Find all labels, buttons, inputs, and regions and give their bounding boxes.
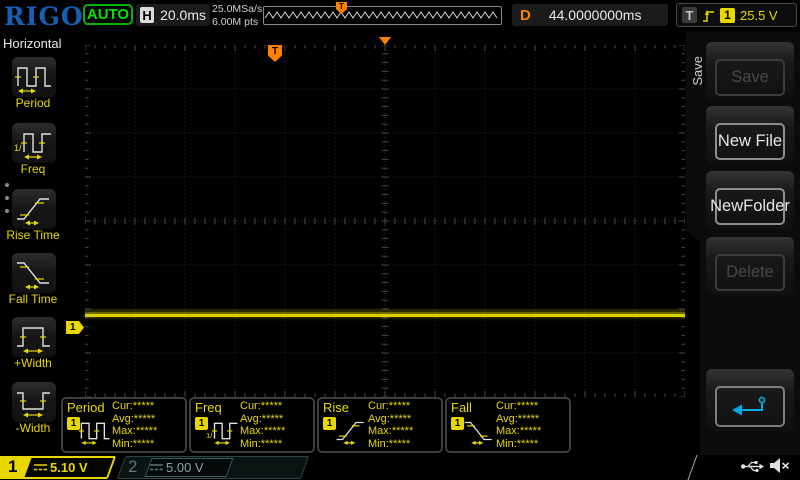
stat-cur: Cur:*****: [368, 400, 413, 413]
menu-scroll-dot: [5, 183, 9, 187]
timebase-box[interactable]: H 20.0ms: [136, 4, 210, 26]
menu-scroll-dot: [5, 209, 9, 213]
freq-icon: 1/: [14, 126, 54, 160]
menu-tab-label: Save: [690, 56, 705, 86]
run-status-badge: AUTO: [83, 4, 133, 25]
save-button-label: Save: [715, 59, 785, 96]
measure-item-period[interactable]: [12, 57, 56, 97]
horizontal-center-marker-icon: [379, 37, 391, 45]
acquisition-info: 25.0MSa/s 6.00M pts: [212, 3, 262, 29]
measure-item-fall-time[interactable]: [12, 253, 56, 293]
softkey-save-button[interactable]: Save: [706, 42, 794, 100]
measurement-panel-fall: Fall 1 Cur:***** Avg:***** Max:***** Min…: [445, 397, 571, 453]
delete-button-label: Delete: [715, 254, 785, 291]
stat-min: Min:*****: [112, 438, 157, 451]
fall-time-icon: [14, 256, 54, 290]
measurement-panel-period: Period 1 Cur:***** Avg:***** Max:***** M…: [61, 397, 187, 453]
delay-box[interactable]: D 44.0000000ms: [512, 4, 668, 26]
measure-item-minus-width-label: -Width: [0, 421, 66, 435]
rise-time-icon: [334, 412, 368, 450]
dc-coupling-icon: [150, 463, 163, 472]
stat-min: Min:*****: [368, 438, 413, 451]
period-icon: [14, 60, 54, 94]
speaker-muted-icon: [769, 457, 790, 474]
stat-avg: Avg:*****: [112, 413, 157, 426]
stat-avg: Avg:*****: [368, 413, 413, 426]
memory-depth: 6.00M pts: [212, 16, 262, 29]
softkey-back-button[interactable]: [706, 369, 794, 431]
stat-cur: Cur:*****: [240, 400, 285, 413]
usb-icon: [740, 459, 764, 474]
svg-text:1/: 1/: [14, 143, 22, 153]
channel2-tab[interactable]: [117, 456, 309, 479]
waveform-display[interactable]: [85, 45, 685, 397]
fall-time-icon: [462, 412, 496, 450]
trigger-label: T: [682, 7, 697, 23]
timebase-value: 20.0ms: [160, 7, 206, 23]
stat-cur: Cur:*****: [112, 400, 157, 413]
sample-rate: 25.0MSa/s: [212, 3, 262, 16]
left-menu-title: Horizontal: [3, 36, 62, 51]
measure-item-plus-width-label: +Width: [0, 356, 66, 370]
measurement-panel-rise: Rise 1 Cur:***** Avg:***** Max:***** Min…: [317, 397, 443, 453]
channel1-scale: 5.10 V: [50, 460, 88, 475]
measure-item-plus-width[interactable]: [12, 317, 56, 357]
rising-edge-icon: [702, 8, 715, 23]
measure-item-freq[interactable]: 1/: [12, 123, 56, 163]
stat-max: Max:*****: [496, 425, 541, 438]
stat-avg: Avg:*****: [496, 413, 541, 426]
timebase-label: H: [140, 7, 154, 23]
measure-item-period-label: Period: [0, 96, 66, 110]
measure-item-rise-time-label: Rise Time: [0, 228, 66, 242]
return-arrow-icon: [729, 395, 771, 419]
minus-width-icon: [14, 385, 54, 419]
rise-time-icon: [14, 192, 54, 226]
measure-item-freq-label: Freq: [0, 162, 66, 176]
stat-min: Min:*****: [240, 438, 285, 451]
delay-label: D: [520, 7, 531, 24]
trigger-source-badge: 1: [720, 8, 735, 23]
softkey-delete-button[interactable]: Delete: [706, 237, 794, 295]
menu-scroll-dot: [5, 196, 9, 200]
new-folder-button-label: NewFolder: [715, 188, 785, 225]
channel2-number: 2: [128, 457, 137, 477]
dc-coupling-icon: [34, 463, 47, 472]
trigger-box[interactable]: T 1 25.5 V: [676, 3, 797, 27]
new-file-button-label: New File: [715, 123, 785, 160]
delay-value: 44.0000000ms: [549, 7, 642, 23]
softkey-new-folder-button[interactable]: NewFolder: [706, 171, 794, 229]
measure-item-rise-time[interactable]: [12, 189, 56, 229]
measure-item-minus-width[interactable]: [12, 382, 56, 422]
stat-cur: Cur:*****: [496, 400, 541, 413]
status-bar-divider: [687, 455, 697, 480]
stat-max: Max:*****: [240, 425, 285, 438]
graticule-grid: [85, 45, 685, 397]
channel2-scale: 5.00 V: [166, 460, 204, 475]
stat-min: Min:*****: [496, 438, 541, 451]
svg-text:1/: 1/: [206, 431, 213, 440]
stat-avg: Avg:*****: [240, 413, 285, 426]
waveform-memory-preview[interactable]: [263, 6, 502, 25]
stat-max: Max:*****: [368, 425, 413, 438]
plus-width-icon: [14, 320, 54, 354]
measurement-panel-freq: Freq 1 1/ Cur:***** Avg:***** Max:***** …: [189, 397, 315, 453]
freq-icon: 1/: [206, 412, 240, 450]
oscilloscope-screen: { "header": { "brand": "RIGOL", "run_sta…: [0, 0, 800, 480]
softkey-new-file-button[interactable]: New File: [706, 106, 794, 164]
channel1-number: 1: [8, 457, 17, 477]
period-icon: [78, 412, 112, 450]
channel1-trace: [85, 314, 685, 317]
trigger-level-value: 25.5 V: [740, 8, 778, 23]
measure-item-fall-time-label: Fall Time: [0, 292, 66, 306]
stat-max: Max:*****: [112, 425, 157, 438]
channel1-ground-marker[interactable]: 1: [66, 321, 84, 334]
